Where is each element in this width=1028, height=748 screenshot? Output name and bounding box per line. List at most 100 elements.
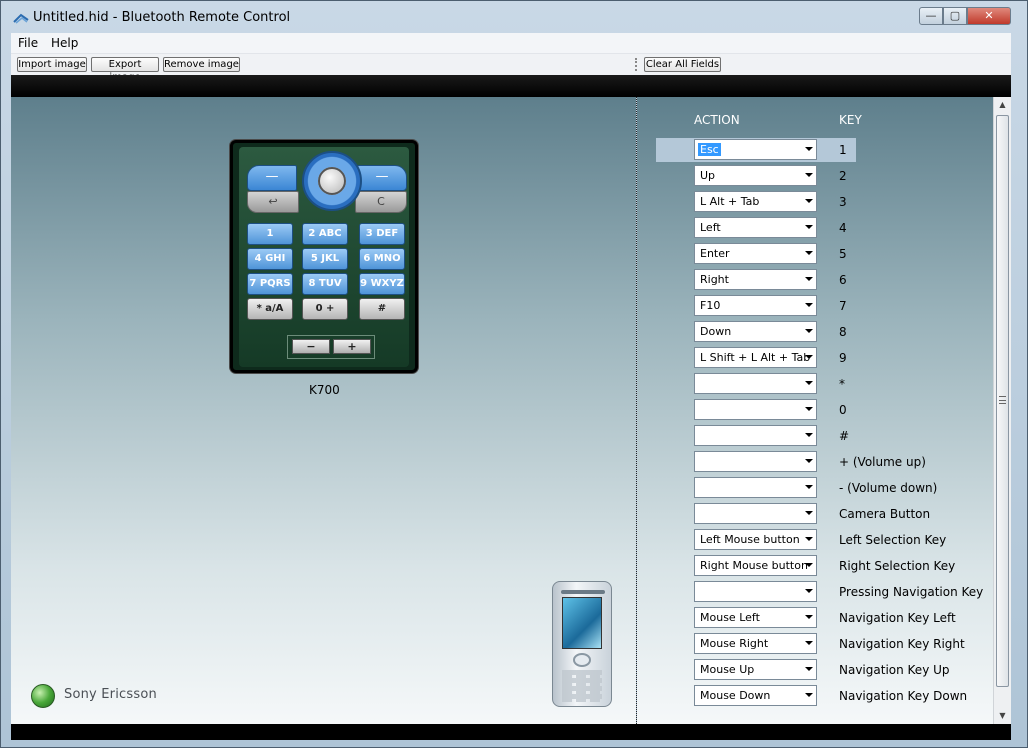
action-combo[interactable]: Mouse Right: [694, 633, 817, 654]
navigation-center-key[interactable]: [318, 167, 346, 195]
dropdown-arrow-icon[interactable]: [805, 615, 813, 619]
key-6[interactable]: 6 MNO: [359, 248, 405, 270]
dropdown-arrow-icon[interactable]: [805, 433, 813, 437]
menu-help[interactable]: Help: [51, 36, 78, 50]
export-image-button[interactable]: Export image: [91, 57, 159, 83]
key-star[interactable]: * a/A: [247, 298, 293, 320]
key-label: 4: [839, 221, 847, 235]
action-combo[interactable]: Mouse Down: [694, 685, 817, 706]
vertical-scrollbar[interactable]: ▲ ▼: [993, 97, 1011, 724]
action-value: L Shift + L Alt + Tab: [700, 351, 811, 364]
dropdown-arrow-icon[interactable]: [805, 199, 813, 203]
dropdown-arrow-icon[interactable]: [805, 147, 813, 151]
dropdown-arrow-icon[interactable]: [805, 693, 813, 697]
sony-ericsson-logo-icon: [31, 684, 55, 708]
remove-image-button[interactable]: Remove image: [163, 57, 240, 72]
navigation-key[interactable]: [302, 151, 362, 211]
key-3[interactable]: 3 DEF: [359, 223, 405, 245]
maximize-button[interactable]: ▢: [943, 7, 967, 25]
action-value: Right: [700, 273, 729, 286]
dropdown-arrow-icon[interactable]: [805, 589, 813, 593]
key-7[interactable]: 7 PQRS: [247, 273, 293, 295]
action-value: Mouse Down: [700, 689, 771, 702]
dropdown-arrow-icon[interactable]: [805, 563, 813, 567]
action-combo[interactable]: [694, 451, 817, 472]
import-image-button[interactable]: Import image: [17, 57, 87, 72]
action-combo[interactable]: L Shift + L Alt + Tab: [694, 347, 817, 368]
key-2[interactable]: 2 ABC: [302, 223, 348, 245]
dropdown-arrow-icon[interactable]: [805, 251, 813, 255]
dropdown-arrow-icon[interactable]: [805, 667, 813, 671]
key-1[interactable]: 1: [247, 223, 293, 245]
scroll-up-icon[interactable]: ▲: [994, 97, 1011, 113]
action-combo[interactable]: [694, 373, 817, 394]
dropdown-arrow-icon[interactable]: [805, 511, 813, 515]
key-0[interactable]: 0 +: [302, 298, 348, 320]
action-value: Mouse Left: [700, 611, 760, 624]
action-combo[interactable]: Down: [694, 321, 817, 342]
volume-up-key[interactable]: +: [333, 339, 371, 354]
action-combo[interactable]: Right: [694, 269, 817, 290]
action-combo[interactable]: [694, 581, 817, 602]
clear-all-fields-button[interactable]: Clear All Fields: [644, 57, 721, 72]
action-combo[interactable]: Enter: [694, 243, 817, 264]
scroll-thumb[interactable]: [996, 115, 1009, 687]
key-label: #: [839, 429, 850, 443]
dropdown-arrow-icon[interactable]: [805, 381, 813, 385]
action-combo[interactable]: [694, 477, 817, 498]
dropdown-arrow-icon[interactable]: [805, 303, 813, 307]
action-combo[interactable]: Up: [694, 165, 817, 186]
phone-photo: [552, 581, 612, 707]
dropdown-arrow-icon[interactable]: [805, 173, 813, 177]
key-4[interactable]: 4 GHI: [247, 248, 293, 270]
menu-bar: File Help: [11, 33, 1011, 54]
key-5[interactable]: 5 JKL: [302, 248, 348, 270]
title-bar[interactable]: Untitled.hid - Bluetooth Remote Control …: [1, 1, 1027, 33]
volume-down-key[interactable]: −: [292, 339, 330, 354]
dropdown-arrow-icon[interactable]: [805, 485, 813, 489]
action-value: F10: [700, 299, 721, 312]
action-combo[interactable]: L Alt + Tab: [694, 191, 817, 212]
action-value: Left Mouse button: [700, 533, 800, 546]
key-label: 6: [839, 273, 847, 287]
key-label: 5: [839, 247, 847, 261]
dropdown-arrow-icon[interactable]: [805, 537, 813, 541]
key-label: - (Volume down): [839, 481, 938, 495]
action-combo[interactable]: Left: [694, 217, 817, 238]
action-combo[interactable]: Left Mouse button: [694, 529, 817, 550]
action-combo[interactable]: [694, 399, 817, 420]
dropdown-arrow-icon[interactable]: [805, 225, 813, 229]
dropdown-arrow-icon[interactable]: [805, 459, 813, 463]
key-label: Camera Button: [839, 507, 931, 521]
key-8[interactable]: 8 TUV: [302, 273, 348, 295]
action-combo[interactable]: F10: [694, 295, 817, 316]
action-value: L Alt + Tab: [700, 195, 760, 208]
dropdown-arrow-icon[interactable]: [805, 329, 813, 333]
dropdown-arrow-icon[interactable]: [805, 277, 813, 281]
close-button[interactable]: ✕: [967, 7, 1011, 25]
key-hash[interactable]: #: [359, 298, 405, 320]
phone-keypad-image: — — ↩ C 1 2 ABC 3 DEF 4 GHI 5 JKL 6 MNO …: [230, 140, 418, 373]
action-combo[interactable]: [694, 503, 817, 524]
left-soft-key[interactable]: —: [247, 165, 297, 191]
key-9[interactable]: 9 WXYZ: [359, 273, 405, 295]
phone-model-label: K700: [309, 383, 340, 397]
dropdown-arrow-icon[interactable]: [805, 355, 813, 359]
right-soft-key[interactable]: —: [357, 165, 407, 191]
scroll-down-icon[interactable]: ▼: [994, 708, 1011, 724]
action-combo[interactable]: [694, 425, 817, 446]
menu-file[interactable]: File: [18, 36, 38, 50]
clear-key[interactable]: C: [355, 191, 407, 213]
key-label: + (Volume up): [839, 455, 926, 469]
key-label: *: [839, 377, 845, 391]
dropdown-arrow-icon[interactable]: [805, 641, 813, 645]
back-key[interactable]: ↩: [247, 191, 299, 213]
action-combo[interactable]: Right Mouse button: [694, 555, 817, 576]
minimize-button[interactable]: —: [919, 7, 943, 25]
action-combo[interactable]: Esc: [694, 139, 817, 160]
toolbar-separator: [635, 58, 637, 71]
action-combo[interactable]: Mouse Up: [694, 659, 817, 680]
action-combo[interactable]: Mouse Left: [694, 607, 817, 628]
header-band: [11, 75, 1011, 97]
dropdown-arrow-icon[interactable]: [805, 407, 813, 411]
